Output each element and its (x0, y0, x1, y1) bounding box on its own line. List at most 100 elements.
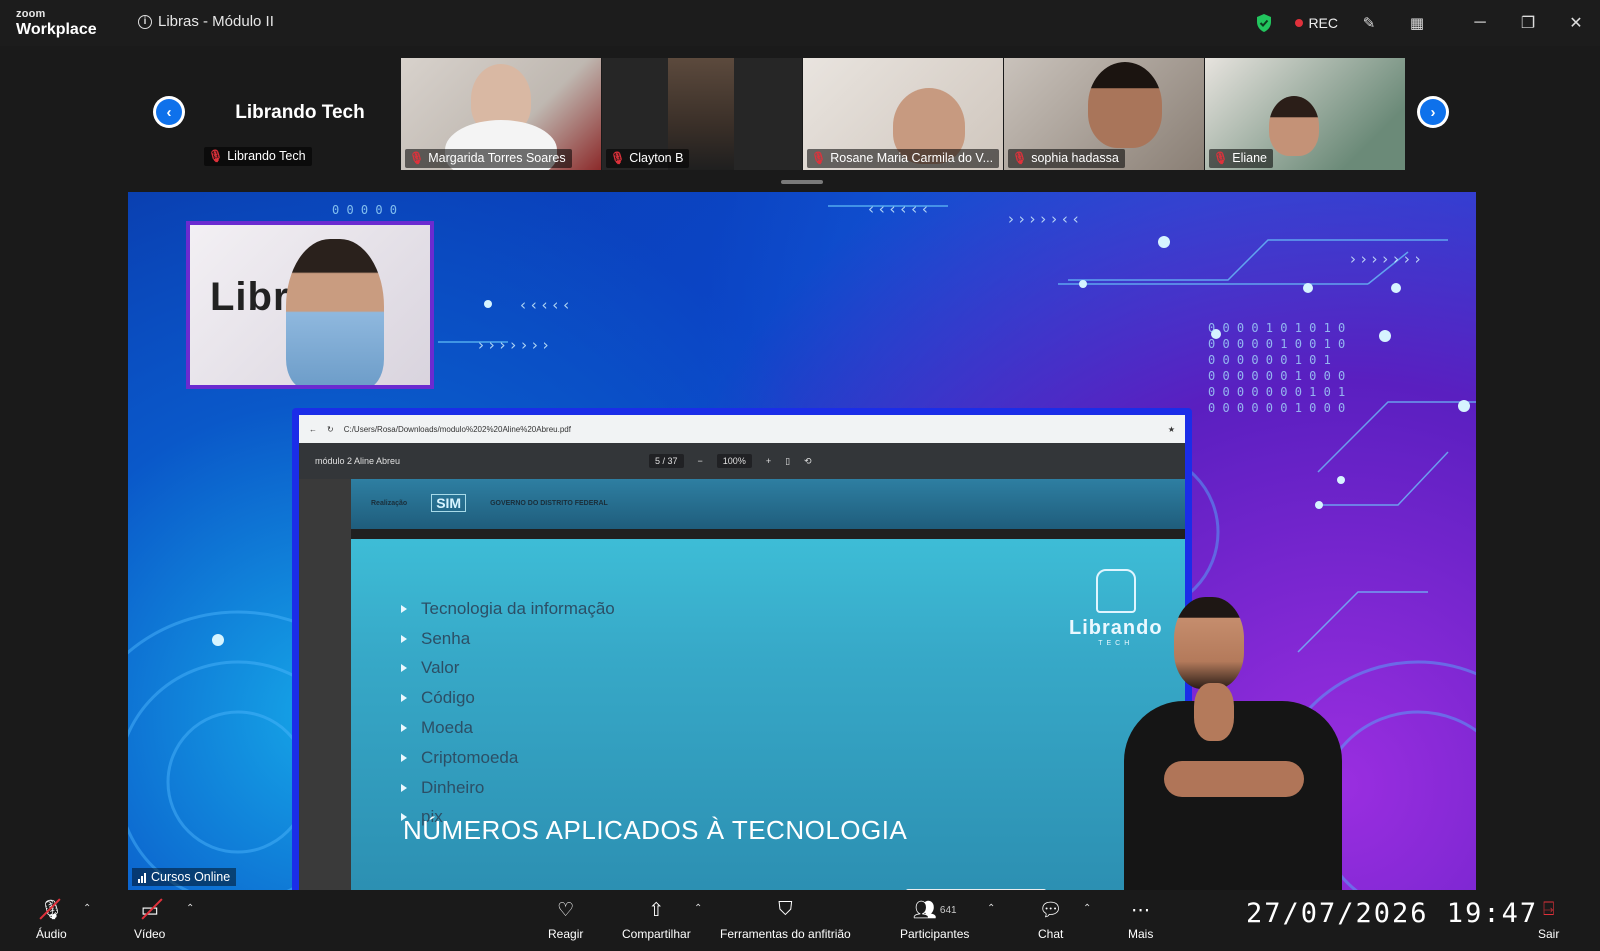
svg-text:› › › › › › ›: › › › › › › › (478, 336, 549, 354)
participant-tile[interactable]: 🎙︎ Clayton B (602, 58, 802, 170)
meeting-title: Libras - Módulo II (158, 13, 274, 30)
share-button[interactable]: ⇧ Compartilhar (622, 898, 691, 942)
bullet-triangle-icon (401, 634, 407, 643)
close-button[interactable]: ✕ (1552, 0, 1600, 46)
signal-strength-icon (138, 872, 146, 883)
host-video-pip[interactable]: Libra (186, 221, 434, 389)
pdf-sidebar (299, 479, 351, 890)
participant-name: Rosane Maria Carmila do V... (830, 151, 994, 165)
participants-button[interactable]: 👥︎ 641 Participantes (900, 898, 969, 941)
participant-name-tag: 🎙︎ Clayton B (606, 149, 690, 168)
bullet-triangle-icon (401, 604, 407, 613)
host-shield-icon: ⛉ (778, 899, 793, 920)
svg-text:0 0 0 0 0 0 1 0 0 0: 0 0 0 0 0 0 1 0 0 0 (1208, 369, 1345, 383)
svg-text:0 0 0 0 0 0 1 0 1: 0 0 0 0 0 0 1 0 1 (1208, 353, 1331, 367)
svg-text:› › › › › ‹ ‹: › › › › › ‹ ‹ (1008, 210, 1079, 228)
svg-text:‹ ‹ ‹ ‹ ‹ ‹: ‹ ‹ ‹ ‹ ‹ ‹ (868, 200, 928, 218)
chat-bubble-icon: 💬︎ (1038, 900, 1063, 921)
participants-count: 641 (939, 904, 957, 916)
share-label: Compartilhar (622, 927, 691, 941)
browser-address-bar: ← ↻ C:/Users/Rosa/Downloads/modulo%202%2… (299, 415, 1185, 443)
participant-name: sophia hadassa (1031, 151, 1119, 165)
meeting-info[interactable]: i Libras - Módulo II (138, 13, 274, 30)
shared-screen: 0 0 0 0 1 0 1 0 1 0 0 0 0 0 0 1 0 0 1 0 … (128, 192, 1476, 890)
react-button[interactable]: ♡ Reagir (548, 898, 583, 942)
gallery-next-button[interactable]: › (1417, 96, 1449, 128)
participant-name: Clayton B (629, 151, 684, 165)
more-button[interactable]: ⋯ Mais (1128, 898, 1153, 942)
list-item: Código (401, 683, 615, 713)
bullet-text: Código (421, 688, 475, 708)
info-icon[interactable]: i (138, 14, 152, 29)
bullet-text: Criptomoeda (421, 747, 519, 767)
pdf-page: Realização SIM GOVERNO DO DISTRITO FEDER… (351, 479, 1185, 890)
resize-handle[interactable] (781, 180, 823, 184)
chat-options-chevron-icon[interactable]: ⌃ (1083, 903, 1091, 914)
svg-text:0 0 0 0 1 0 1 0 1 0: 0 0 0 0 1 0 1 0 1 0 (1208, 321, 1345, 335)
bullet-text: Tecnologia da informação (421, 598, 615, 618)
participant-tile[interactable]: 🎙︎ Margarida Torres Soares (401, 58, 601, 170)
bullet-triangle-icon (401, 753, 407, 762)
encryption-shield-icon[interactable] (1255, 13, 1273, 33)
restore-button[interactable]: ❐ (1504, 0, 1552, 46)
slide-title: NÚMEROS APLICADOS À TECNOLOGIA (403, 815, 908, 845)
participants-label: Participantes (900, 927, 970, 941)
heart-icon: ♡ (557, 899, 575, 921)
bullet-text: Valor (421, 658, 460, 678)
recording-indicator[interactable]: REC (1295, 15, 1338, 31)
participant-video (1088, 62, 1162, 148)
leave-button[interactable]: ⍈ Sair (1538, 898, 1559, 941)
share-options-chevron-icon[interactable]: ⌃ (694, 903, 702, 914)
brand-small: zoom (16, 8, 46, 20)
record-dot-icon (1295, 19, 1304, 27)
slide-header-mid: SIM (431, 494, 467, 512)
gallery-prev-button[interactable]: ‹ (153, 96, 185, 128)
mic-muted-icon: 🎙︎ (208, 149, 224, 163)
more-dots-icon: ⋯ (1131, 899, 1151, 921)
pdf-file-name: módulo 2 Aline Abreu (315, 456, 401, 466)
list-item: Dinheiro (401, 773, 615, 803)
participant-name: Margarida Torres Soares (428, 151, 566, 165)
audio-button[interactable]: 🎙︎ Áudio (36, 898, 67, 941)
participant-tile-host[interactable]: Librando Tech 🎙︎ Librando Tech (200, 58, 400, 168)
participant-name: Librando Tech (227, 149, 306, 163)
shared-browser-window: ← ↻ C:/Users/Rosa/Downloads/modulo%202%2… (292, 408, 1192, 890)
chat-label: Chat (1038, 927, 1064, 941)
list-item: Valor (401, 654, 615, 684)
participant-name-tag: 🎙︎ Rosane Maria Carmila do V... (807, 149, 999, 168)
mic-muted-icon: 🎙︎ (409, 151, 425, 165)
bullet-triangle-icon (401, 724, 407, 733)
mic-muted-icon: 🎙︎ (811, 151, 827, 165)
host-tools-button[interactable]: ⛉ Ferramentas do anfitrião (720, 898, 851, 941)
pdf-toolbar: módulo 2 Aline Abreu 5 / 37 − 100% + ▯ ⟲ (299, 443, 1185, 479)
leave-label: Sair (1538, 927, 1560, 941)
zoom-window: zoom Workplace i Libras - Módulo II REC … (0, 0, 1600, 951)
zoom-logo: zoom Workplace (16, 9, 97, 38)
sign-language-interpreter (1124, 597, 1342, 890)
slide-header-right: GOVERNO DO DISTRITO FEDERAL (490, 499, 608, 507)
mic-muted-icon: 🎙︎ (1213, 151, 1229, 165)
list-item: Criptomoeda (401, 743, 615, 773)
annotate-pen-icon[interactable]: ✎ (1360, 14, 1378, 32)
pdf-page-indicator: 5 / 37 (649, 454, 684, 468)
svg-text:0 0 0 0 0 0 1 0 0 0: 0 0 0 0 0 0 1 0 0 0 (1208, 401, 1345, 415)
participant-tile[interactable]: 🎙︎ Rosane Maria Carmila do V... (803, 58, 1003, 170)
participant-video (1269, 96, 1319, 156)
participants-options-chevron-icon[interactable]: ⌃ (987, 903, 995, 914)
view-grid-icon[interactable]: ▦ (1408, 14, 1426, 32)
title-bar: zoom Workplace i Libras - Módulo II REC … (0, 0, 1600, 46)
minimize-button[interactable]: ─ (1456, 0, 1504, 46)
share-screen-icon: ⇧ (648, 899, 665, 921)
participant-gallery: ‹ Librando Tech 🎙︎ Librando Tech 🎙︎ Marg… (0, 46, 1600, 188)
chevron-left-icon: ‹ (156, 99, 182, 125)
chat-button[interactable]: 💬︎ Chat (1038, 898, 1063, 941)
svg-text:0 0 0 0 0: 0 0 0 0 0 (332, 203, 397, 217)
participant-tile[interactable]: 🎙︎ sophia hadassa (1004, 58, 1204, 170)
participant-tile[interactable]: 🎙︎ Eliane (1205, 58, 1405, 170)
video-button[interactable]: ▭ Vídeo (134, 898, 165, 941)
audio-options-chevron-icon[interactable]: ⌃ (83, 903, 91, 914)
participants-icon: 👥︎ 641 (912, 900, 957, 921)
title-bar-controls: REC ✎ ▦ ─ ❐ ✕ (1255, 0, 1600, 46)
video-label: Vídeo (134, 927, 166, 941)
video-options-chevron-icon[interactable]: ⌃ (186, 903, 194, 914)
